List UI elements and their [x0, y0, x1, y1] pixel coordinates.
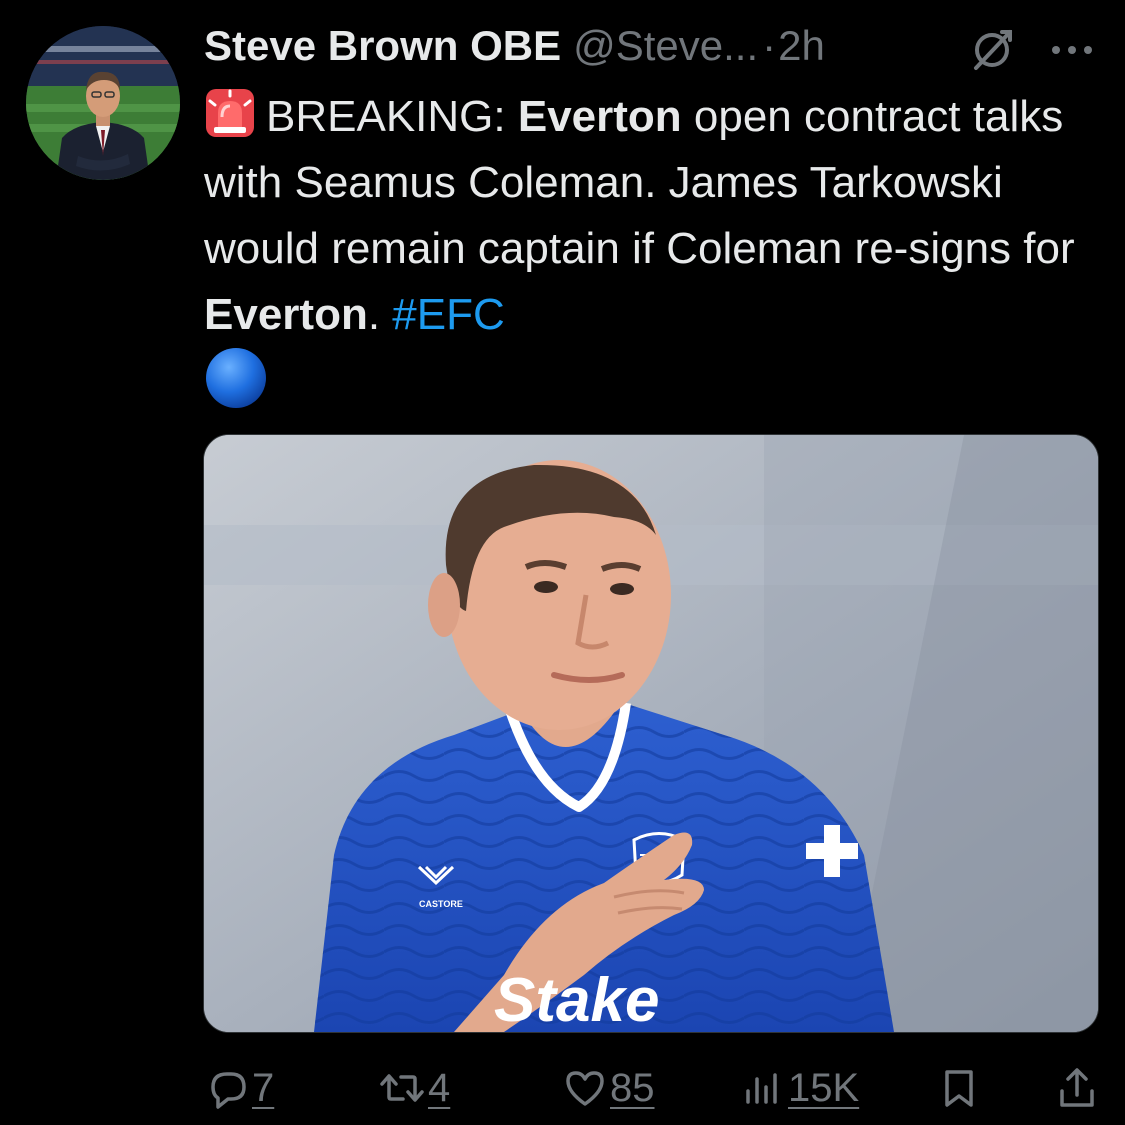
display-name[interactable]: Steve Brown OBE: [204, 22, 561, 70]
timestamp[interactable]: 2h: [778, 22, 825, 70]
share-button[interactable]: [1054, 1058, 1100, 1118]
view-count: 15K: [788, 1065, 860, 1110]
heart-icon: [562, 1065, 608, 1111]
like-button[interactable]: 85: [562, 1058, 655, 1118]
sponsor-text: Stake: [494, 966, 659, 1032]
grok-icon[interactable]: [970, 26, 1016, 72]
tweet-text: BREAKING: Everton open contract talks wi…: [204, 84, 1094, 348]
tweet-text-bold-2: Everton: [204, 290, 368, 339]
tweet-photo[interactable]: CASTORE Stake: [203, 434, 1099, 1033]
repost-button[interactable]: 4: [378, 1058, 450, 1118]
separator-dot: ·: [762, 22, 777, 69]
reply-button[interactable]: 7: [204, 1058, 274, 1118]
tweet-header: Steve Brown OBE @Steve... · 2h: [204, 18, 1104, 74]
bookmark-icon: [936, 1065, 982, 1111]
bookmark-button[interactable]: [936, 1058, 982, 1118]
reply-count: 7: [252, 1065, 275, 1110]
repost-count: 4: [428, 1065, 451, 1110]
repost-icon: [378, 1065, 426, 1111]
analytics-icon: [740, 1065, 786, 1111]
hashtag-link[interactable]: #EFC: [392, 290, 504, 339]
action-bar: 7 4 85 15K: [0, 1058, 1125, 1118]
rotating-light-icon: [204, 87, 256, 139]
tweet-text-bold-1: Everton: [517, 92, 682, 141]
like-count: 85: [610, 1065, 655, 1110]
tweet[interactable]: Steve Brown OBE @Steve... · 2h BREAKING:…: [0, 0, 1125, 1125]
more-icon[interactable]: [1044, 28, 1100, 68]
reply-icon: [204, 1065, 250, 1111]
handle[interactable]: @Steve...: [573, 22, 758, 70]
views-button[interactable]: 15K: [740, 1058, 859, 1118]
avatar[interactable]: [26, 26, 180, 180]
blue-circle-icon: [204, 346, 268, 410]
kit-maker-text: CASTORE: [419, 899, 463, 909]
tweet-text-part-3: .: [367, 290, 393, 339]
tweet-text-part-1: BREAKING:: [266, 92, 518, 141]
share-icon: [1054, 1065, 1100, 1111]
